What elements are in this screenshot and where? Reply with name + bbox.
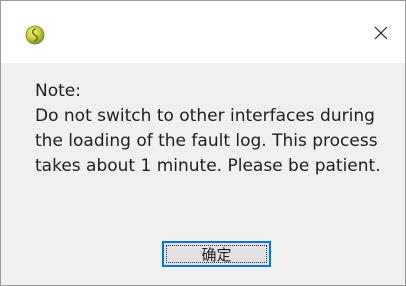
- dialog-window: Note: Do not switch to other interfaces …: [0, 0, 406, 286]
- message-text: Do not switch to other interfaces during…: [35, 106, 381, 176]
- app-icon: [25, 25, 45, 45]
- close-button[interactable]: [363, 17, 399, 53]
- dialog-content: Note: Do not switch to other interfaces …: [35, 79, 395, 179]
- title-bar: [1, 1, 405, 63]
- close-icon: [373, 25, 389, 45]
- ok-button[interactable]: 确定: [162, 241, 271, 267]
- note-label: Note:: [35, 81, 81, 101]
